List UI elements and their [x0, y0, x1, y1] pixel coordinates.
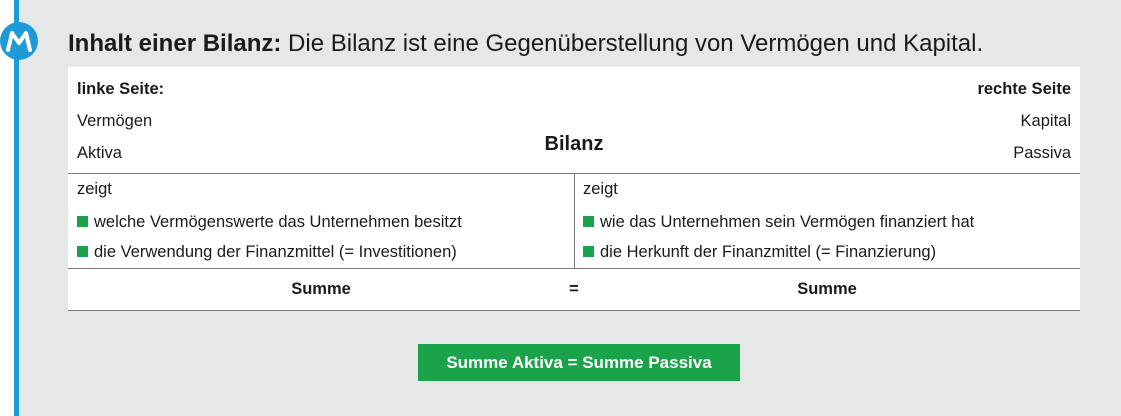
green-square-bullet-icon	[77, 246, 88, 257]
divider-middle	[68, 268, 1080, 269]
green-square-bullet-icon	[77, 216, 88, 227]
sum-right: Summe	[797, 280, 857, 298]
right-bullet-text: wie das Unternehmen sein Vermögen finanz…	[600, 213, 975, 231]
right-bullet-item: wie das Unternehmen sein Vermögen finanz…	[583, 212, 974, 232]
right-line-1: Kapital	[1020, 112, 1071, 130]
left-bullet-text: welche Vermögenswerte das Unternehmen be…	[94, 213, 462, 231]
heading-bold: Inhalt einer Bilanz:	[68, 30, 282, 57]
panel-heading: Inhalt einer Bilanz: Die Bilanz ist eine…	[68, 28, 983, 60]
result-badge: Summe Aktiva = Summe Passiva	[418, 344, 740, 381]
left-bullet-item: welche Vermögenswerte das Unternehmen be…	[77, 212, 462, 232]
green-square-bullet-icon	[583, 246, 594, 257]
right-bullet-item: die Herkunft der Finanzmittel (= Finanzi…	[583, 242, 936, 262]
left-side-title: linke Seite:	[77, 80, 165, 98]
left-line-1: Vermögen	[77, 112, 153, 130]
bilanz-title: Bilanz	[544, 133, 604, 155]
left-bullet-text: die Verwendung der Finanzmittel (= Inves…	[94, 243, 457, 261]
right-bullet-text: die Herkunft der Finanzmittel (= Finanzi…	[600, 243, 937, 261]
left-zeigt: zeigt	[77, 180, 112, 198]
right-zeigt: zeigt	[583, 180, 618, 198]
right-side-title: rechte Seite	[977, 80, 1071, 98]
divider-bottom	[68, 310, 1080, 311]
left-bullet-item: die Verwendung der Finanzmittel (= Inves…	[77, 242, 457, 262]
balance-table: linke Seite: rechte Seite Vermögen Aktiv…	[68, 67, 1080, 311]
m-logo-icon	[0, 22, 38, 60]
green-square-bullet-icon	[583, 216, 594, 227]
heading-text: Die Bilanz ist eine Gegenüberstellung vo…	[281, 30, 984, 57]
divider-vertical	[574, 173, 575, 268]
